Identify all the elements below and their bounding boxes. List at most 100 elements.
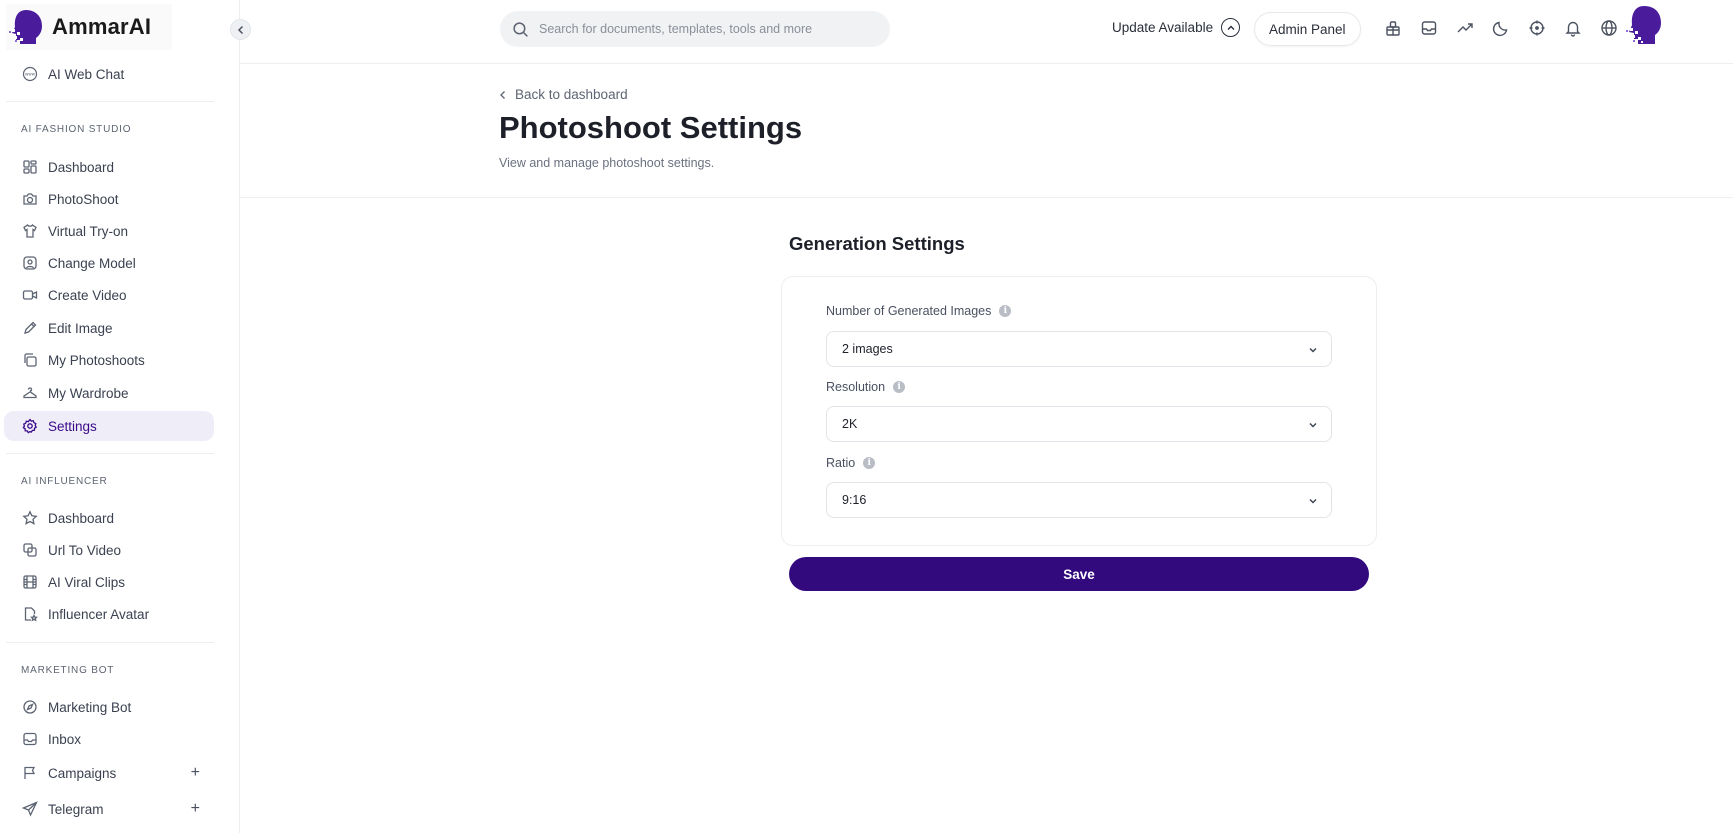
sidebar-item-label: Influencer Avatar — [48, 606, 150, 622]
star-icon — [22, 510, 38, 525]
back-to-dashboard-link[interactable]: Back to dashboard — [499, 87, 628, 102]
copy-icon — [24, 353, 37, 367]
sidebar-item-influencer-dashboard[interactable]: Dashboard — [4, 503, 214, 533]
update-available-label: Update Available — [1112, 20, 1214, 35]
sidebar-item-label: Virtual Try-on — [48, 223, 129, 239]
sidebar-item-label: My Photoshoots — [48, 352, 145, 368]
field-label-text: Resolution — [826, 380, 886, 394]
pencil-icon — [24, 321, 37, 334]
sidebar-item-virtual-try-on[interactable]: Virtual Try-on — [4, 216, 214, 246]
page-header: Back to dashboard Photoshoot Settings Vi… — [240, 64, 1733, 198]
number-of-images-select[interactable]: 2 images — [826, 331, 1332, 367]
select-value: 2K — [842, 417, 858, 431]
chevron-up-circle-icon — [1221, 18, 1241, 37]
sidebar-item-change-model[interactable]: Change Model — [4, 248, 214, 278]
chevron-down-icon — [1309, 348, 1317, 353]
inbox-icon — [23, 732, 37, 746]
section-title-ai-influencer: AI INFLUENCER — [21, 476, 108, 487]
sidebar-item-label: Create Video — [48, 287, 127, 303]
field-label-number-of-images: Number of Generated Images i — [826, 304, 1012, 318]
compass-icon — [23, 700, 37, 714]
sidebar: AmmarAI www AI Web Chat AI FASHION STUDI… — [0, 0, 240, 833]
grid-icon — [23, 160, 37, 174]
sidebar-item-my-photoshoots[interactable]: My Photoshoots — [4, 345, 214, 375]
page-subtitle: View and manage photoshoot settings. — [499, 156, 715, 170]
www-globe-icon: www — [22, 66, 38, 82]
info-icon[interactable]: i — [999, 305, 1012, 317]
sidebar-item-photoshoot[interactable]: PhotoShoot — [4, 184, 214, 214]
sidebar-item-influencer-avatar[interactable]: Influencer Avatar — [4, 599, 214, 629]
flag-icon — [24, 766, 36, 779]
sidebar-item-create-video[interactable]: Create Video — [4, 280, 214, 310]
sidebar-item-label: AI Web Chat — [48, 66, 125, 82]
info-icon[interactable]: i — [893, 381, 906, 393]
field-label-resolution: Resolution i — [826, 380, 906, 394]
sidebar-item-label: Dashboard — [48, 159, 115, 175]
send-icon — [22, 801, 38, 817]
collapse-sidebar-button[interactable] — [230, 19, 251, 40]
section-title-marketing-bot: MARKETING BOT — [21, 665, 115, 676]
shirt-icon — [23, 223, 37, 238]
sidebar-item-marketing-bot[interactable]: Marketing Bot — [4, 692, 214, 722]
sidebar-item-label: PhotoShoot — [48, 191, 119, 207]
trending-icon[interactable] — [1456, 19, 1474, 37]
brand[interactable]: AmmarAI — [6, 4, 172, 50]
crosshair-icon[interactable] — [1528, 19, 1546, 37]
avatar[interactable] — [1623, 3, 1665, 47]
hanger-icon — [23, 387, 37, 399]
sidebar-item-label: Edit Image — [48, 320, 113, 336]
sidebar-item-telegram[interactable]: Telegram + — [4, 794, 214, 824]
generation-settings-card: Number of Generated Images i 2 images Re… — [781, 276, 1377, 546]
search-bar[interactable] — [500, 11, 890, 47]
select-value: 9:16 — [842, 493, 867, 507]
chevron-left-icon — [237, 25, 243, 34]
link-video-icon — [23, 543, 37, 557]
sidebar-item-label: Telegram — [48, 801, 104, 817]
resolution-select[interactable]: 2K — [826, 406, 1332, 442]
select-value: 2 images — [842, 342, 893, 356]
video-icon — [22, 290, 38, 300]
sidebar-item-label: Dashboard — [48, 510, 115, 526]
sidebar-item-ai-viral-clips[interactable]: AI Viral Clips — [4, 567, 214, 597]
chevron-down-icon — [1309, 499, 1317, 504]
chevron-down-icon — [1309, 423, 1317, 428]
sidebar-item-inbox[interactable]: Inbox — [4, 724, 214, 754]
field-label-text: Number of Generated Images — [826, 304, 992, 318]
info-icon[interactable]: i — [863, 457, 876, 469]
sidebar-item-edit-image[interactable]: Edit Image — [4, 313, 214, 343]
sidebar-item-label: Campaigns — [48, 765, 117, 781]
svg-text:www: www — [25, 72, 36, 77]
bell-icon[interactable] — [1564, 19, 1582, 37]
admin-panel-button[interactable]: Admin Panel — [1254, 12, 1361, 46]
sidebar-item-fashion-dashboard[interactable]: Dashboard — [4, 152, 214, 182]
expand-plus-icon[interactable]: + — [191, 764, 200, 782]
sidebar-item-settings[interactable]: Settings — [4, 411, 214, 441]
sidebar-item-my-wardrobe[interactable]: My Wardrobe — [4, 378, 214, 408]
moon-icon[interactable] — [1492, 19, 1510, 37]
sidebar-item-campaigns[interactable]: Campaigns + — [4, 758, 214, 788]
update-available-button[interactable]: Update Available — [1112, 18, 1241, 37]
section-title-ai-fashion-studio: AI FASHION STUDIO — [21, 124, 132, 135]
sidebar-divider — [6, 101, 214, 102]
expand-plus-icon[interactable]: + — [191, 800, 200, 818]
sidebar-item-label: Change Model — [48, 255, 136, 271]
generation-settings-title: Generation Settings — [789, 233, 965, 254]
inbox-icon[interactable] — [1420, 19, 1438, 37]
sidebar-item-label: Inbox — [48, 731, 82, 747]
sidebar-divider — [6, 453, 214, 454]
sidebar-item-label: Url To Video — [48, 542, 122, 558]
brand-logo-icon — [9, 10, 42, 44]
save-button[interactable]: Save — [789, 557, 1369, 591]
user-square-icon — [23, 256, 37, 270]
sidebar-item-url-to-video[interactable]: Url To Video — [4, 535, 214, 565]
sidebar-item-label: AI Viral Clips — [48, 574, 126, 590]
search-input[interactable] — [539, 22, 859, 36]
gear-icon — [22, 418, 38, 434]
sidebar-item-ai-web-chat[interactable]: www AI Web Chat — [4, 59, 214, 89]
gift-icon[interactable] — [1384, 19, 1402, 37]
chevron-left-icon — [500, 90, 505, 99]
back-link-label: Back to dashboard — [515, 87, 628, 102]
ratio-select[interactable]: 9:16 — [826, 482, 1332, 518]
globe-icon[interactable] — [1600, 19, 1618, 37]
file-star-icon — [24, 607, 38, 622]
